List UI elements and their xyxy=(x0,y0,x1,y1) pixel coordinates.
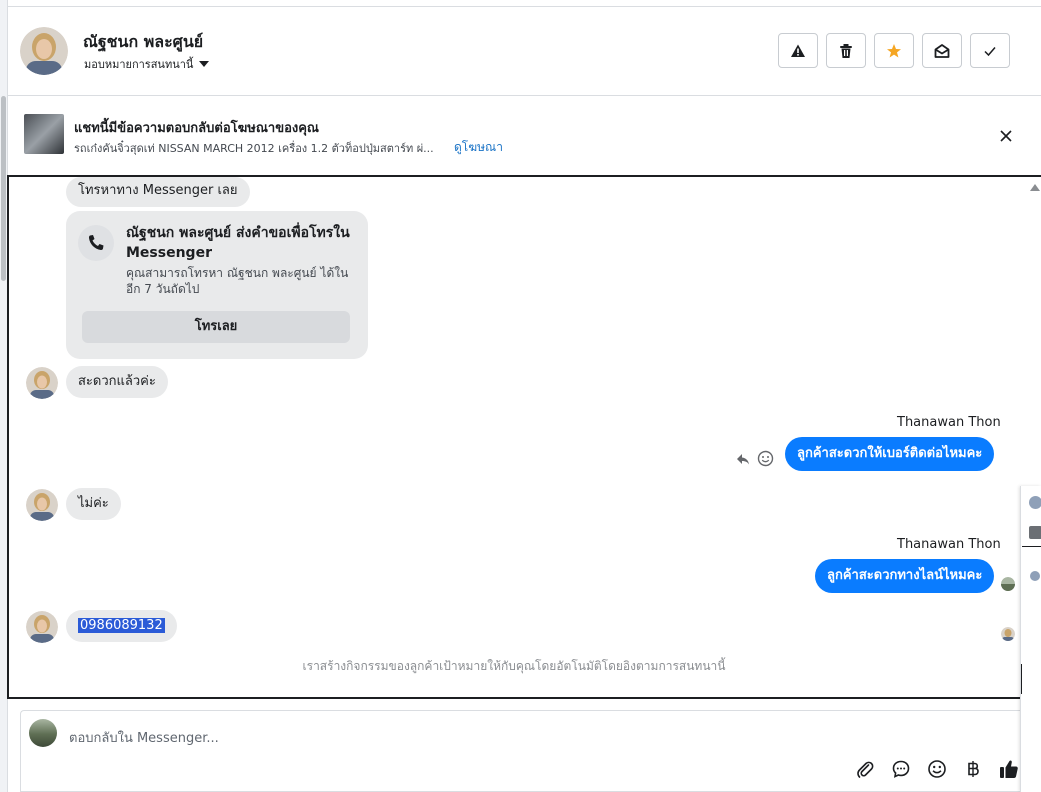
phone-icon-wrapper xyxy=(78,225,114,261)
customer-avatar xyxy=(26,611,58,643)
call-card-title: ณัฐชนก พละศูนย์ ส่งคำขอเพื่อโทรใน Messen… xyxy=(126,225,350,261)
conversation-header: ณัฐชนก พละศูนย์ มอบหมายการสนทนานี้ xyxy=(8,7,1041,96)
panel-thumbnail xyxy=(1029,526,1041,539)
ad-thumbnail[interactable] xyxy=(24,114,64,154)
conversation-thread[interactable]: โทรหาทาง Messenger เลย ณัฐชนก พละศูนย์ ส… xyxy=(7,175,1041,699)
panel-avatar xyxy=(1029,496,1041,509)
ad-banner-title: แชทนี้มีข้อความตอบกลับต่อโฆษณาของคุณ xyxy=(74,121,319,136)
ad-reply-banner: แชทนี้มีข้อความตอบกลับต่อโฆษณาของคุณ รถเ… xyxy=(8,97,1041,175)
emoji-icon xyxy=(928,760,946,778)
call-now-button[interactable]: โทรเลย xyxy=(82,311,350,343)
panel-divider xyxy=(1022,546,1041,547)
agent-message: ลูกค้าสะดวกทางไลน์ไหมคะ xyxy=(815,559,995,593)
contact-name[interactable]: ณัฐชนก พละศูนย์ xyxy=(83,30,203,55)
payment-button[interactable] xyxy=(961,757,985,781)
contact-avatar[interactable] xyxy=(20,27,68,75)
assign-label: มอบหมายการสนทนานี้ xyxy=(84,58,194,71)
seen-avatar-icon xyxy=(1001,577,1015,591)
trash-icon xyxy=(840,43,852,58)
selected-phone-number[interactable]: 0986089132 xyxy=(78,618,165,633)
attach-button[interactable] xyxy=(853,757,877,781)
baht-icon xyxy=(968,761,979,777)
agent-message: ลูกค้าสะดวกให้เบอร์ติดต่อไหมคะ xyxy=(785,437,995,471)
customer-message: ไม่ค่ะ xyxy=(66,488,121,520)
thumbs-up-icon xyxy=(1000,760,1018,778)
like-button[interactable] xyxy=(997,757,1021,781)
composer-tools xyxy=(853,757,1021,781)
customer-message[interactable]: 0986089132 xyxy=(66,610,177,642)
report-spam-button[interactable] xyxy=(778,33,818,68)
reply-composer[interactable]: ตอบกลับใน Messenger... xyxy=(20,710,1041,792)
page-avatar xyxy=(29,719,57,747)
delete-button[interactable] xyxy=(826,33,866,68)
call-chip: โทรหาทาง Messenger เลย xyxy=(66,177,250,207)
side-panel-peek[interactable] xyxy=(1020,486,1041,792)
panel-divider xyxy=(1021,664,1022,694)
reply-icon[interactable] xyxy=(735,451,751,467)
scrollbar-thumb[interactable] xyxy=(1,96,6,281)
customer-avatar xyxy=(26,367,58,399)
envelope-open-icon xyxy=(934,43,950,58)
scroll-up-arrow-icon[interactable] xyxy=(1030,184,1040,191)
reply-input[interactable]: ตอบกลับใน Messenger... xyxy=(69,727,219,748)
check-icon xyxy=(984,46,996,56)
view-ad-link[interactable]: ดูโฆษณา xyxy=(454,138,503,157)
mark-done-button[interactable] xyxy=(970,33,1010,68)
call-request-card: ณัฐชนก พละศูนย์ ส่งคำขอเพื่อโทรใน Messen… xyxy=(66,211,368,359)
agent-sender-name: Thanawan Thon xyxy=(897,537,1001,552)
star-icon xyxy=(887,43,901,57)
star-button[interactable] xyxy=(874,33,914,68)
close-icon[interactable] xyxy=(996,126,1016,146)
warning-icon xyxy=(791,44,805,57)
action-toolbar xyxy=(778,33,1010,68)
react-emoji-icon[interactable] xyxy=(757,450,774,467)
call-card-subtitle: คุณสามารถโทรหา ณัฐชนก พละศูนย์ ได้ในอีก … xyxy=(126,266,349,296)
emoji-button[interactable] xyxy=(925,757,949,781)
saved-replies-button[interactable] xyxy=(889,757,913,781)
lead-activity-note: เราสร้างกิจกรรมของลูกค้าเป้าหมายให้กับคุ… xyxy=(302,659,726,673)
customer-avatar xyxy=(26,489,58,521)
mark-unread-button[interactable] xyxy=(922,33,962,68)
paperclip-icon xyxy=(857,761,874,778)
ad-description: รถเก๋งคันจิ๋วสุดเท่ NISSAN MARCH 2012 เค… xyxy=(74,142,434,155)
phone-icon xyxy=(88,235,104,251)
assign-conversation-dropdown[interactable]: มอบหมายการสนทนานี้ xyxy=(84,55,210,73)
caret-down-icon xyxy=(199,61,210,67)
agent-sender-name: Thanawan Thon xyxy=(897,415,1001,430)
customer-message: สะดวกแล้วค่ะ xyxy=(66,366,168,398)
chat-bubble-icon xyxy=(892,760,910,778)
panel-avatar xyxy=(1030,571,1040,581)
seen-avatar-icon xyxy=(1001,627,1015,641)
